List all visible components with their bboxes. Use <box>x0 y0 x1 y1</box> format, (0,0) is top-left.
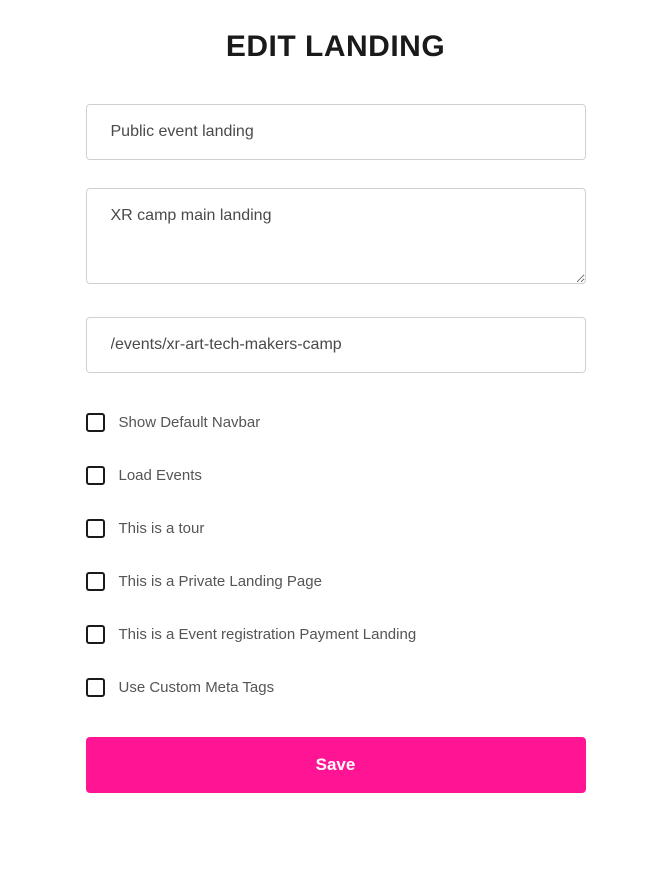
checkboxes-section: Show Default Navbar Load Events This is … <box>86 413 586 697</box>
custom-meta-row: Use Custom Meta Tags <box>86 678 586 697</box>
show-navbar-checkbox[interactable] <box>86 413 105 432</box>
title-field-group <box>86 104 586 160</box>
is-tour-label[interactable]: This is a tour <box>119 520 205 537</box>
show-navbar-label[interactable]: Show Default Navbar <box>119 414 261 431</box>
title-input[interactable] <box>86 104 586 160</box>
load-events-row: Load Events <box>86 466 586 485</box>
description-field-group: XR camp main landing <box>86 188 586 289</box>
is-private-row: This is a Private Landing Page <box>86 572 586 591</box>
load-events-checkbox[interactable] <box>86 466 105 485</box>
is-payment-label[interactable]: This is a Event registration Payment Lan… <box>119 626 417 643</box>
url-input[interactable] <box>86 317 586 373</box>
is-tour-checkbox[interactable] <box>86 519 105 538</box>
page-title: EDIT LANDING <box>86 30 586 64</box>
show-navbar-row: Show Default Navbar <box>86 413 586 432</box>
is-tour-row: This is a tour <box>86 519 586 538</box>
custom-meta-label[interactable]: Use Custom Meta Tags <box>119 679 275 696</box>
edit-landing-form: EDIT LANDING XR camp main landing Show D… <box>86 30 586 793</box>
description-textarea[interactable]: XR camp main landing <box>86 188 586 284</box>
save-button[interactable]: Save <box>86 737 586 793</box>
is-private-checkbox[interactable] <box>86 572 105 591</box>
load-events-label[interactable]: Load Events <box>119 467 202 484</box>
is-payment-row: This is a Event registration Payment Lan… <box>86 625 586 644</box>
custom-meta-checkbox[interactable] <box>86 678 105 697</box>
is-payment-checkbox[interactable] <box>86 625 105 644</box>
url-field-group <box>86 317 586 373</box>
is-private-label[interactable]: This is a Private Landing Page <box>119 573 322 590</box>
